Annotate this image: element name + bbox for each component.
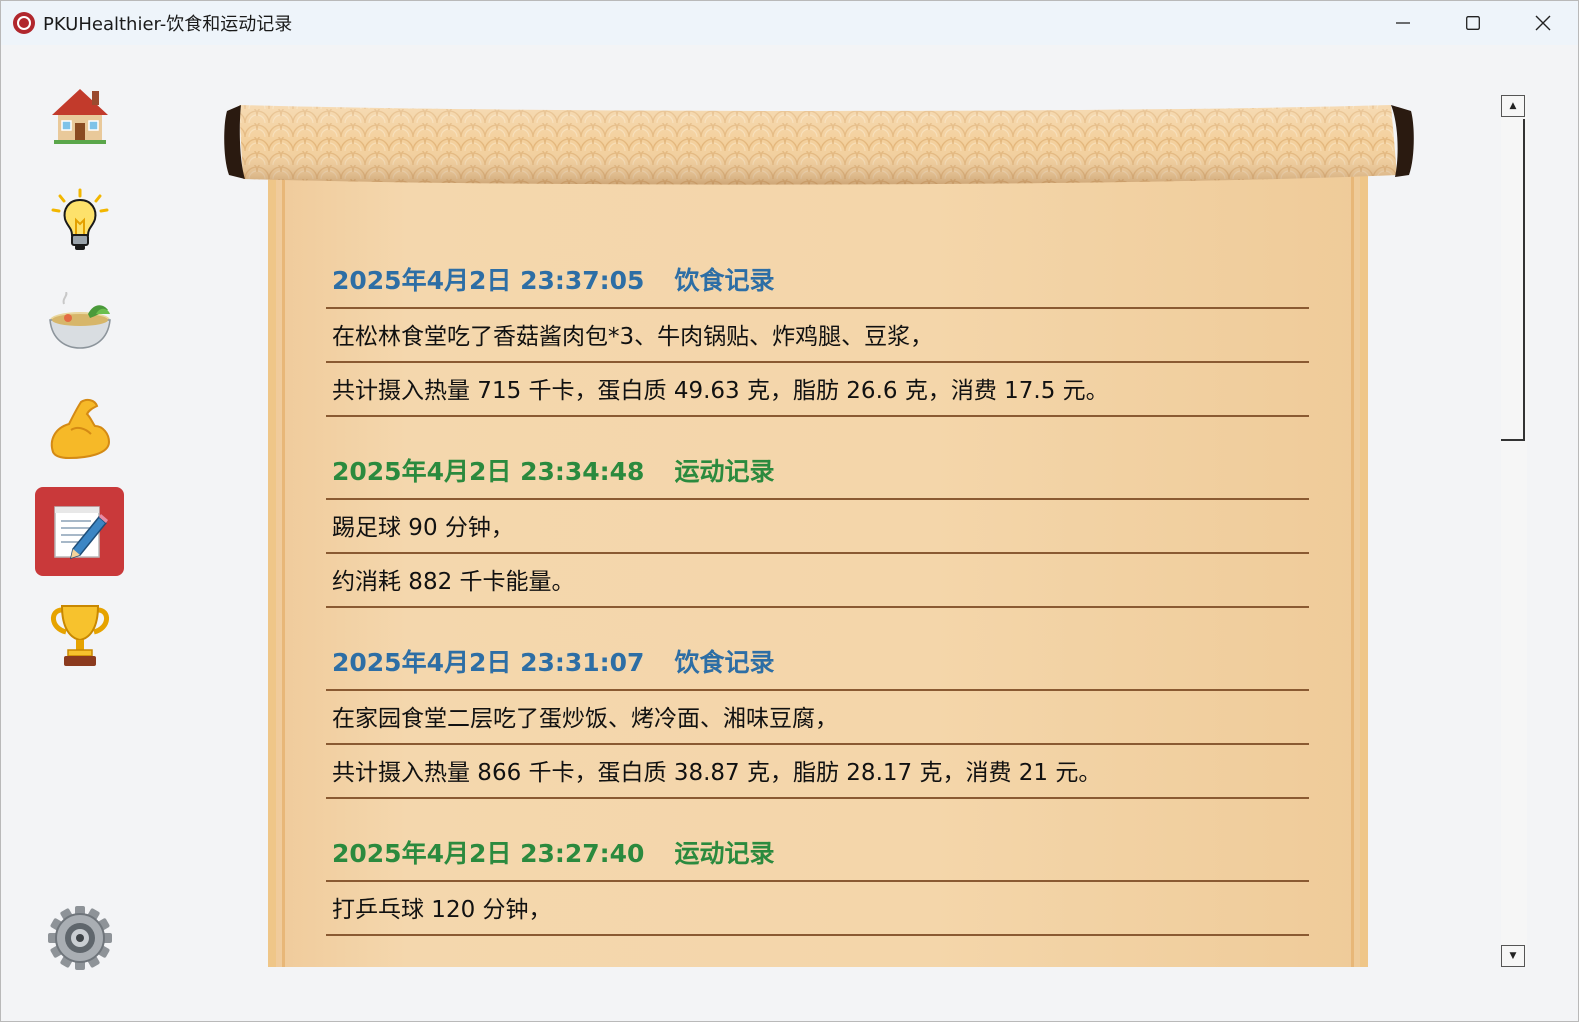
arrow-down-icon: ▼ (1509, 951, 1517, 961)
scroll-down-button[interactable]: ▼ (1501, 945, 1525, 967)
flexed-biceps-icon (50, 398, 110, 459)
sidebar (1, 45, 157, 1021)
soup-bowl-icon (48, 291, 111, 349)
close-button[interactable] (1508, 1, 1578, 45)
title-bar[interactable]: PKUHealthier-饮食和运动记录 (1, 1, 1578, 45)
record-detail-line: 在松林食堂吃了香菇酱肉包*3、牛肉锅贴、炸鸡腿、豆浆， (326, 309, 1309, 363)
record-item: 2025年4月2日 23:27:40 运动记录 打乒乓球 120 分钟， (326, 838, 1309, 936)
sidebar-item-home[interactable] (35, 70, 124, 159)
record-item: 2025年4月2日 23:34:48 运动记录 踢足球 90 分钟， 约消耗 8… (326, 456, 1309, 608)
record-type-label: 饮食记录 (674, 266, 775, 295)
sidebar-item-tips[interactable] (35, 176, 124, 265)
record-item: 2025年4月2日 23:37:05 饮食记录 在松林食堂吃了香菇酱肉包*3、牛… (326, 265, 1309, 417)
sidebar-item-records[interactable] (35, 487, 124, 576)
settings-button[interactable] (35, 893, 124, 982)
record-timestamp: 2025年4月2日 23:27:40 (332, 839, 645, 868)
scroll-up-button[interactable]: ▲ (1501, 95, 1525, 117)
maximize-icon (1466, 16, 1480, 30)
record-item: 2025年4月2日 23:31:07 饮食记录 在家园食堂二层吃了蛋炒饭、烤冷面… (326, 647, 1309, 799)
maximize-button[interactable] (1438, 1, 1508, 45)
record-type-label: 运动记录 (674, 457, 775, 486)
records-scroll-area[interactable]: 2025年4月2日 23:37:05 饮食记录 在松林食堂吃了香菇酱肉包*3、牛… (221, 95, 1417, 967)
scroll-roller-decoration (224, 105, 1414, 185)
record-detail-line: 打乒乓球 120 分钟， (326, 882, 1309, 936)
record-summary-line: 约消耗 882 千卡能量。 (326, 554, 1309, 608)
sidebar-item-achievements[interactable] (35, 590, 124, 679)
record-header: 2025年4月2日 23:31:07 饮食记录 (326, 647, 1309, 691)
lightbulb-icon (51, 188, 108, 250)
window-controls (1368, 1, 1578, 45)
pku-logo-icon (13, 12, 35, 34)
house-icon (51, 88, 108, 144)
sidebar-item-exercise[interactable] (35, 383, 124, 472)
records-list: 2025年4月2日 23:37:05 饮食记录 在松林食堂吃了香菇酱肉包*3、牛… (326, 265, 1309, 967)
record-type-label: 运动记录 (674, 839, 775, 868)
app-window: PKUHealthier-饮食和运动记录 2025年4月2日 23:37:05 … (0, 0, 1579, 1022)
trophy-icon (50, 604, 109, 666)
record-type-label: 饮食记录 (674, 648, 775, 677)
arrow-up-icon: ▲ (1509, 101, 1517, 111)
window-title: PKUHealthier-饮食和运动记录 (43, 14, 293, 35)
record-header: 2025年4月2日 23:37:05 饮食记录 (326, 265, 1309, 309)
record-header: 2025年4月2日 23:27:40 运动记录 (326, 838, 1309, 882)
vertical-scrollbar[interactable]: ▲ ▼ (1501, 95, 1527, 967)
minimize-button[interactable] (1368, 1, 1438, 45)
record-detail-line: 在家园食堂二层吃了蛋炒饭、烤冷面、湘味豆腐， (326, 691, 1309, 745)
record-timestamp: 2025年4月2日 23:31:07 (332, 648, 645, 677)
record-summary-line: 共计摄入热量 715 千卡，蛋白质 49.63 克，脂肪 26.6 克，消费 1… (326, 363, 1309, 417)
record-header: 2025年4月2日 23:34:48 运动记录 (326, 456, 1309, 500)
record-detail-line: 踢足球 90 分钟， (326, 500, 1309, 554)
minimize-icon (1396, 22, 1410, 24)
record-timestamp: 2025年4月2日 23:34:48 (332, 457, 645, 486)
scrollbar-thumb[interactable] (1501, 119, 1525, 441)
close-icon (1535, 15, 1551, 31)
gear-icon (47, 905, 112, 970)
record-summary-line: 共计摄入热量 866 千卡，蛋白质 38.87 克，脂肪 28.17 克，消费 … (326, 745, 1309, 799)
memo-pencil-icon (53, 505, 108, 559)
sidebar-item-diet[interactable] (35, 277, 124, 366)
record-timestamp: 2025年4月2日 23:37:05 (332, 266, 645, 295)
